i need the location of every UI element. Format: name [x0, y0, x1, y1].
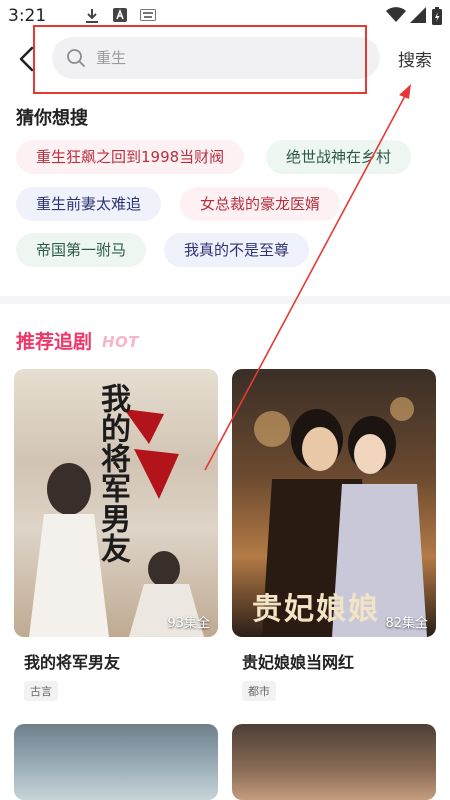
hot-badge: HOT [102, 333, 140, 351]
search-icon [67, 49, 85, 67]
drama-tag: 都市 [242, 681, 276, 701]
drama-card[interactable]: 我的将军男友 93集全 我的将军男友 古言 [14, 369, 218, 701]
section-divider [0, 296, 450, 304]
a-notification-icon [113, 8, 127, 22]
poster-title-art: 贵妃娘娘 [252, 592, 380, 627]
search-input[interactable] [96, 37, 366, 79]
back-button[interactable] [10, 42, 44, 76]
status-bar: 3:21 [0, 0, 450, 32]
search-button[interactable]: 搜索 [398, 46, 432, 71]
battery-charging-icon [432, 7, 442, 25]
download-icon [86, 9, 98, 23]
suggestion-chip[interactable]: 我真的不是至尊 [164, 233, 310, 267]
drama-title: 贵妃娘娘当网红 [242, 653, 355, 672]
drama-title: 我的将军男友 [24, 653, 121, 672]
wifi-icon [386, 7, 406, 22]
drama-card[interactable] [232, 724, 436, 800]
drama-poster: 我的将军男友 93集全 [14, 369, 218, 637]
drama-poster: 贵妃娘娘 82集全 [232, 369, 436, 637]
drama-tag: 古言 [24, 681, 58, 701]
suggestion-chip[interactable]: 帝国第一驸马 [16, 233, 147, 267]
drama-card[interactable]: 贵妃娘娘 82集全 贵妃娘娘当网红 都市 [232, 369, 436, 701]
poster-title-art: 我的将军男友 [95, 383, 130, 563]
suggestion-chip[interactable]: 女总裁的豪龙医婿 [180, 187, 341, 221]
drama-card[interactable] [14, 724, 218, 800]
status-time: 3:21 [8, 6, 47, 26]
recommend-title: 推荐追剧 [16, 331, 93, 353]
suggestion-chip[interactable]: 重生狂飙之回到1998当财阀 [16, 140, 245, 174]
signal-icon [410, 7, 426, 23]
search-box[interactable] [52, 37, 380, 79]
chevron-left-icon [19, 46, 34, 72]
episode-count: 82集全 [385, 616, 428, 631]
drama-poster [14, 724, 218, 800]
episode-count: 93集全 [167, 616, 210, 631]
suggestion-chip[interactable]: 重生前妻太难追 [16, 187, 162, 221]
suggestion-chip[interactable]: 绝世战神在乡村 [266, 140, 412, 174]
keyboard-icon [140, 9, 156, 21]
suggestions-title: 猜你想搜 [16, 108, 88, 129]
drama-poster [232, 724, 436, 800]
